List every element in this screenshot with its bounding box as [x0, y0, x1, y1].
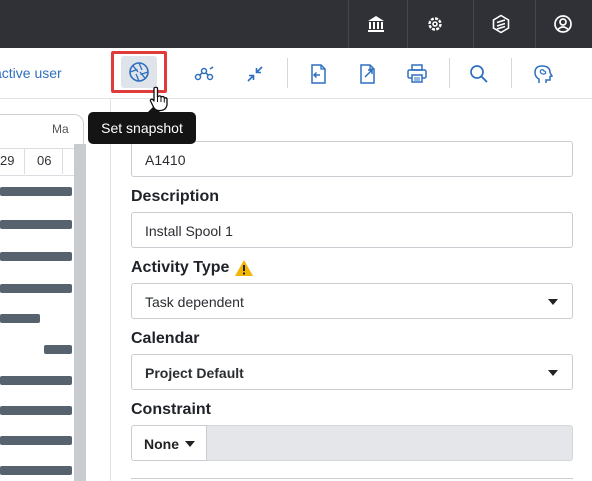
gantt-bar[interactable]	[0, 284, 72, 293]
description-label: Description	[131, 188, 220, 205]
bank-icon	[368, 16, 384, 32]
chevron-down-icon	[548, 299, 558, 305]
toolbar-separator	[449, 58, 450, 88]
network-icon	[194, 66, 214, 81]
constraint-type-dropdown[interactable]: None	[131, 425, 207, 461]
calendar-label: Calendar	[131, 330, 200, 347]
gantt-day-label: 06	[37, 153, 52, 168]
export-button[interactable]	[351, 57, 385, 91]
toolbar: active user	[0, 48, 592, 99]
constraint-value: None	[144, 436, 179, 452]
gantt-gridline	[62, 148, 63, 174]
activity-id-field[interactable]: A1410	[131, 141, 573, 177]
gear-icon	[428, 17, 442, 31]
gantt-bar[interactable]	[0, 220, 72, 229]
constraint-label: Constraint	[131, 401, 211, 418]
calendar-value: Project Default	[145, 365, 244, 381]
import-button[interactable]	[301, 57, 335, 91]
gantt-bar[interactable]	[0, 314, 40, 323]
settings-button[interactable]	[407, 0, 462, 48]
gantt-bar[interactable]	[0, 436, 72, 445]
description-field[interactable]: Install Spool 1	[131, 212, 573, 248]
gantt-bar[interactable]	[0, 187, 72, 196]
layers-icon	[492, 14, 510, 34]
hand-cursor-icon	[149, 86, 168, 112]
gantt-month-label: Ma	[52, 122, 69, 136]
activity-type-select[interactable]: Task dependent	[131, 283, 573, 319]
gantt-bar[interactable]	[0, 406, 72, 415]
collapse-icon	[247, 66, 263, 82]
top-navigation-bar	[0, 0, 592, 48]
chevron-down-icon	[548, 370, 558, 376]
brain-icon	[534, 65, 554, 83]
user-circle-icon	[554, 15, 572, 33]
search-button[interactable]	[462, 57, 496, 91]
print-icon	[407, 64, 427, 83]
calendar-select[interactable]: Project Default	[131, 354, 573, 390]
chevron-down-icon	[185, 441, 195, 447]
activity-type-label: Activity Type	[131, 259, 230, 276]
activity-type-value: Task dependent	[145, 294, 244, 310]
bank-button[interactable]	[348, 0, 403, 48]
user-profile-button[interactable]	[535, 0, 590, 48]
gantt-gridline	[24, 148, 25, 174]
panel-divider	[110, 98, 111, 481]
gantt-chart-panel: Ma 29 06	[0, 114, 86, 481]
active-user-link[interactable]: active user	[0, 65, 62, 81]
description-value: Install Spool 1	[145, 223, 233, 239]
gantt-bar[interactable]	[44, 345, 72, 354]
collapse-button[interactable]	[238, 57, 272, 91]
search-icon	[470, 65, 488, 83]
gantt-day-label: 29	[0, 153, 15, 168]
constraint-date-field	[207, 425, 573, 461]
activity-id-value: A1410	[145, 152, 186, 168]
tooltip-text: Set snapshot	[101, 120, 183, 136]
gantt-bar[interactable]	[0, 376, 72, 385]
layers-button[interactable]	[473, 0, 528, 48]
export-icon	[360, 64, 375, 84]
network-button[interactable]	[187, 57, 221, 91]
tooltip: Set snapshot	[88, 106, 196, 144]
toolbar-separator	[511, 58, 512, 88]
gantt-bar[interactable]	[0, 252, 72, 261]
import-icon	[311, 64, 326, 84]
gantt-bar[interactable]	[0, 466, 72, 475]
toolbar-separator	[287, 58, 288, 88]
snapshot-icon	[129, 62, 149, 82]
gantt-scrollbar[interactable]	[74, 144, 86, 481]
ai-assistant-button[interactable]	[526, 57, 560, 91]
print-button[interactable]	[400, 57, 434, 91]
warning-icon	[235, 260, 253, 276]
form-divider	[131, 478, 573, 479]
